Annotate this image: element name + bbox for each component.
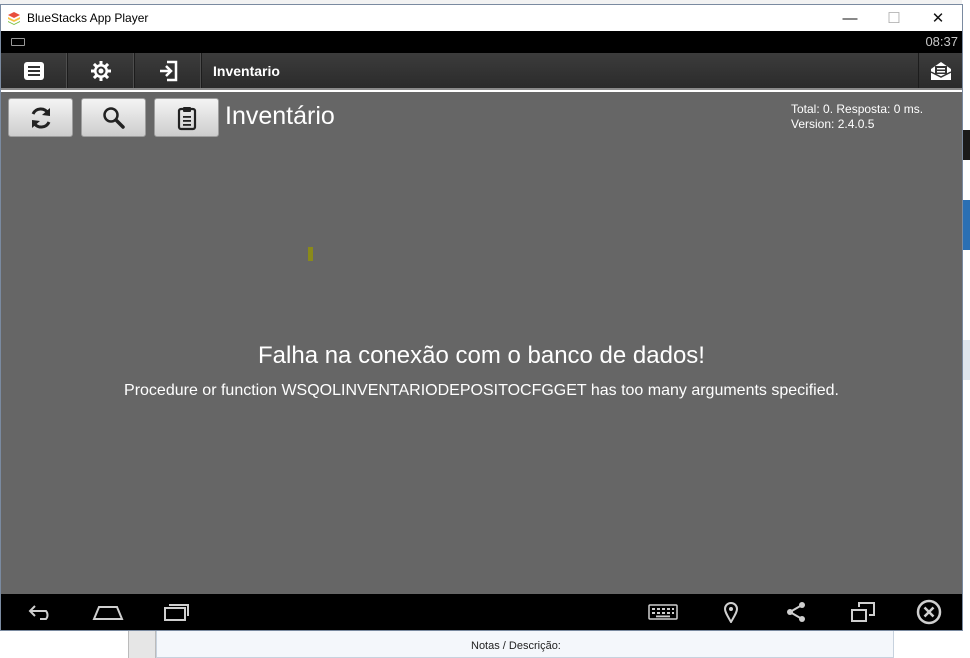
sign-in-icon (160, 60, 178, 81)
android-status-bar: 08:37 (1, 31, 962, 53)
rotate-screen-button[interactable] (846, 594, 880, 630)
notes-label: Notas / Descrição: (471, 640, 561, 652)
background-frame (128, 630, 156, 658)
home-button[interactable] (87, 594, 129, 630)
page-title: Inventário (225, 102, 335, 130)
maximize-icon: ☐ (887, 10, 901, 27)
clipboard-icon (177, 106, 196, 130)
screen-rotate-icon (851, 602, 875, 622)
version-text: Version: 2.4.0.5 (791, 117, 875, 131)
error-detail: Procedure or function WSQOLINVENTARIODEP… (124, 382, 839, 399)
screen: Notas / Descrição: BlueStacks App Player… (0, 0, 970, 658)
info-panel: Total: 0. Resposta: 0 ms. Version: 2.4.0… (791, 102, 923, 132)
login-button[interactable] (135, 53, 202, 88)
menu-button[interactable] (1, 53, 68, 88)
keyboard-status-icon (11, 38, 25, 46)
app-content: Inventário Total: 0. Resposta: 0 ms. Ver… (1, 92, 962, 594)
share-button[interactable] (780, 594, 812, 630)
window-title: BlueStacks App Player (27, 11, 149, 25)
text-cursor (308, 247, 313, 261)
background-right-edge (962, 0, 970, 658)
refresh-icon (31, 106, 50, 129)
search-icon (102, 106, 125, 129)
settings-button[interactable] (68, 53, 135, 88)
app-action-bar: Inventario (1, 53, 962, 90)
close-app-icon (916, 599, 942, 625)
close-icon: ✕ (931, 10, 945, 27)
keyboard-button[interactable] (643, 594, 683, 630)
refresh-button[interactable] (8, 98, 73, 137)
minimize-button[interactable]: — (827, 5, 873, 31)
error-title: Falha na conexão com o banco de dados! (258, 342, 705, 369)
messages-button[interactable] (918, 53, 962, 88)
menu-list-icon (24, 61, 44, 80)
back-icon (28, 605, 49, 620)
total-response-text: Total: 0. Resposta: 0 ms. (791, 102, 924, 116)
gear-icon (91, 60, 111, 81)
location-button[interactable] (715, 594, 747, 630)
keyboard-icon (648, 604, 678, 620)
search-button[interactable] (81, 98, 146, 137)
window-titlebar[interactable]: BlueStacks App Player — ☐ ✕ (1, 5, 962, 31)
bluestacks-window: BlueStacks App Player — ☐ ✕ 08:37 Invent… (0, 4, 963, 631)
status-clock: 08:37 (925, 34, 958, 49)
android-nav-bar (1, 594, 962, 630)
back-button[interactable] (21, 594, 61, 630)
mail-icon (930, 61, 951, 80)
background-form-area: Notas / Descrição: (0, 630, 970, 658)
home-icon (92, 606, 124, 620)
action-bar-title: Inventario (213, 63, 280, 79)
recent-apps-icon (164, 604, 189, 621)
maximize-button[interactable]: ☐ (871, 5, 917, 31)
background-notes-field: Notas / Descrição: (156, 630, 894, 658)
clipboard-button[interactable] (154, 98, 219, 137)
share-icon (787, 602, 805, 622)
close-button[interactable]: ✕ (915, 5, 961, 31)
close-app-button[interactable] (911, 594, 947, 630)
recent-apps-button[interactable] (156, 594, 196, 630)
minimize-icon: — (842, 9, 858, 27)
location-icon (723, 602, 739, 623)
bluestacks-logo-icon (8, 12, 20, 25)
